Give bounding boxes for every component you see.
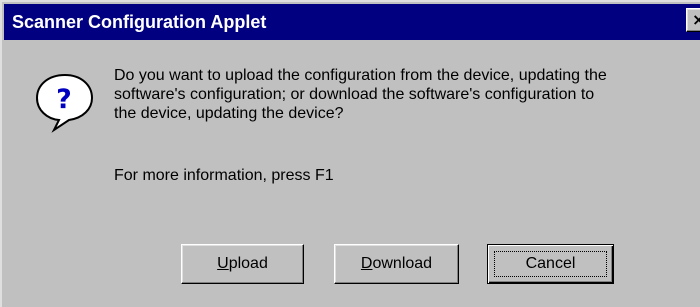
dialog-window: Scanner Configuration Applet × ? Do you …	[0, 0, 700, 307]
title-bar[interactable]: Scanner Configuration Applet	[4, 4, 700, 40]
help-hint: For more information, press F1	[114, 167, 334, 184]
download-label: ownload	[372, 255, 433, 272]
upload-button[interactable]: Upload	[181, 244, 304, 284]
dialog-message: Do you want to upload the configuration …	[114, 67, 607, 122]
close-button[interactable]: ×	[686, 8, 700, 32]
cancel-label: Cancel	[525, 255, 576, 272]
question-mark-glyph: ?	[56, 84, 72, 115]
window-title: Scanner Configuration Applet	[12, 12, 267, 32]
upload-label: pload	[228, 255, 268, 272]
download-button[interactable]: Download	[334, 244, 459, 284]
upload-mnemonic: U	[217, 255, 229, 272]
cancel-button[interactable]: Cancel	[487, 244, 614, 284]
question-icon: ?	[35, 73, 94, 133]
download-mnemonic: D	[360, 255, 373, 272]
